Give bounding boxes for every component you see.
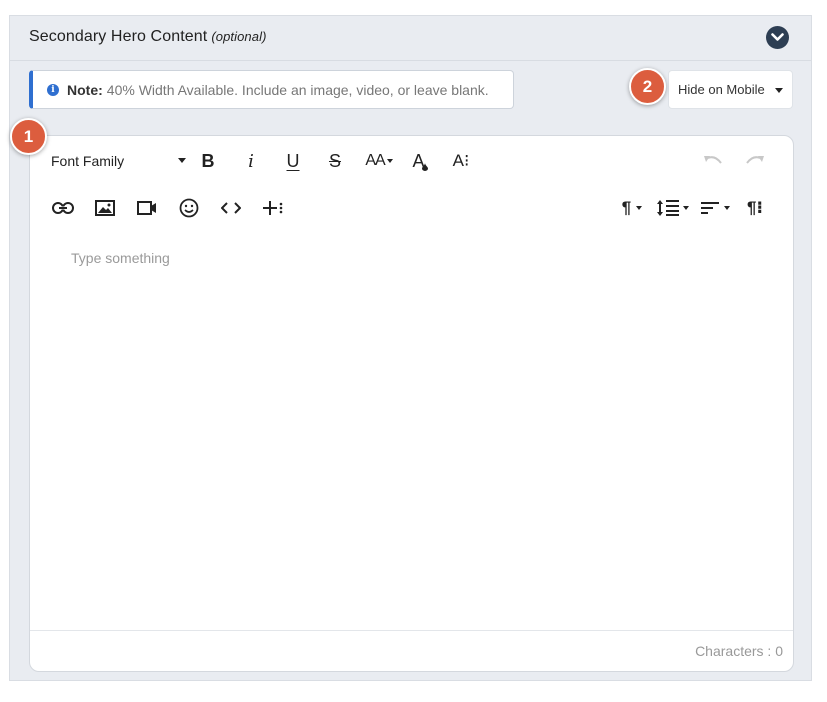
font-size-button[interactable]: AA [361, 141, 397, 181]
font-family-dropdown[interactable]: Font Family [51, 141, 186, 181]
italic-button[interactable]: i [238, 141, 264, 181]
code-view-button[interactable] [218, 188, 244, 228]
insert-video-button[interactable] [134, 188, 160, 228]
link-icon [52, 202, 74, 214]
bold-button[interactable]: B [195, 141, 221, 181]
more-paragraph-icon: ¶⁝ [747, 198, 763, 217]
italic-icon: i [248, 150, 254, 172]
panel-subtitle: (optional) [211, 29, 267, 44]
toolbar-row-2: ¶ ¶⁝ [30, 188, 793, 228]
editor-footer: Characters : 0 [30, 630, 793, 671]
more-insert-button[interactable] [260, 188, 286, 228]
chevron-down-icon [771, 33, 784, 41]
underline-icon: U [286, 150, 300, 171]
droplet-icon [421, 163, 428, 171]
font-family-label: Font Family [51, 153, 125, 169]
more-text-button[interactable]: A⁝ [448, 141, 474, 181]
rich-text-editor: Font Family B i U S AA A A⁝ ¶ ¶⁝ Type so… [29, 135, 794, 672]
visibility-select-value: Hide on Mobile [678, 82, 765, 97]
image-icon [95, 200, 115, 216]
chevron-down-icon [178, 158, 186, 163]
strikethrough-icon: S [328, 150, 341, 171]
step-badge-1: 1 [10, 118, 47, 155]
emoticons-button[interactable] [176, 188, 202, 228]
panel-title: Secondary Hero Content (optional) [29, 28, 267, 46]
line-height-icon [656, 200, 679, 216]
paragraph-icon: ¶ [621, 198, 632, 217]
panel-title-text: Secondary Hero Content [29, 28, 208, 45]
plus-more-icon [263, 201, 283, 215]
note-label: Note: [67, 81, 103, 98]
line-height-button[interactable] [654, 188, 690, 228]
code-icon [221, 202, 241, 214]
note-box: i Note: 40% Width Available. Include an … [29, 70, 514, 109]
font-size-icon: AA [365, 152, 385, 169]
panel-header[interactable]: Secondary Hero Content (optional) [10, 16, 811, 61]
underline-button[interactable]: U [280, 141, 306, 181]
chevron-down-icon [775, 88, 783, 93]
insert-image-button[interactable] [92, 188, 118, 228]
chevron-down-icon [724, 206, 730, 210]
toolbar-row-1: Font Family B i U S AA A A⁝ [30, 141, 793, 181]
paragraph-format-button[interactable]: ¶ [616, 188, 648, 228]
info-icon: i [47, 83, 59, 96]
more-paragraph-button[interactable]: ¶⁝ [742, 188, 768, 228]
editor-content-area[interactable]: Type something [30, 236, 793, 631]
step-badge-2: 2 [629, 68, 666, 105]
smiley-icon [179, 198, 199, 218]
redo-button[interactable] [742, 141, 768, 181]
chevron-down-icon [636, 206, 643, 210]
character-count: Characters : 0 [695, 643, 783, 659]
text-color-button[interactable]: A [407, 141, 433, 181]
editor-placeholder: Type something [71, 250, 170, 266]
redo-icon [746, 156, 764, 164]
undo-icon [704, 156, 722, 164]
chevron-down-icon [682, 206, 689, 210]
bold-icon: B [201, 150, 215, 171]
more-text-icon: A⁝ [452, 151, 470, 170]
insert-link-button[interactable] [50, 188, 76, 228]
note-text: 40% Width Available. Include an image, v… [106, 81, 489, 98]
chevron-down-icon [386, 159, 393, 163]
video-camera-icon [137, 201, 156, 215]
visibility-select[interactable]: Hide on Mobile [668, 70, 793, 109]
align-left-icon [701, 202, 719, 214]
undo-button[interactable] [700, 141, 726, 181]
align-button[interactable] [697, 188, 733, 228]
strikethrough-button[interactable]: S [322, 141, 348, 181]
collapse-button[interactable] [766, 26, 789, 49]
